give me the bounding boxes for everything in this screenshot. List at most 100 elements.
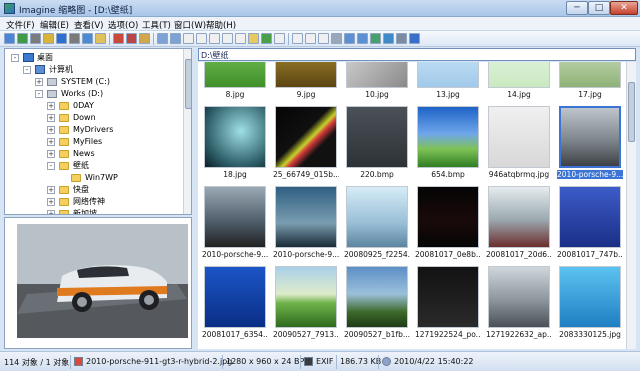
- thumbnail-image[interactable]: [275, 106, 337, 168]
- cut-icon[interactable]: [126, 33, 137, 44]
- expand-icon[interactable]: +: [35, 78, 43, 86]
- thumbnail-item[interactable]: 20081017_20d6...: [486, 186, 552, 262]
- thumbnail-image[interactable]: [488, 186, 550, 248]
- maximize-button[interactable]: □: [588, 1, 610, 15]
- thumbnail-item[interactable]: 20081017_6354...: [202, 266, 268, 342]
- thumbnail-image[interactable]: [417, 62, 479, 88]
- tree-scrollbar[interactable]: [183, 49, 191, 214]
- thumbnail-item[interactable]: 20080925_f2254...: [344, 186, 410, 262]
- scan-icon[interactable]: [82, 33, 93, 44]
- compare-icon[interactable]: [383, 33, 394, 44]
- tree-node[interactable]: - Works (D:): [5, 88, 181, 100]
- thumbnail-item[interactable]: 20081017_747b...: [557, 186, 623, 262]
- menu-file[interactable]: 文件(F): [6, 19, 35, 31]
- tree-node[interactable]: + News: [5, 148, 181, 160]
- undo-icon[interactable]: [157, 33, 168, 44]
- menu-tools[interactable]: 工具(T): [142, 19, 171, 31]
- close-button[interactable]: ✕: [610, 1, 638, 15]
- expand-icon[interactable]: +: [47, 150, 55, 158]
- address-bar[interactable]: D:\壁纸: [198, 48, 636, 61]
- tree-node[interactable]: + SYSTEM (C:): [5, 76, 181, 88]
- menu-window[interactable]: 窗口(W): [174, 19, 206, 31]
- thumbnail-item[interactable]: 18.jpg: [202, 106, 268, 182]
- thumbnail-image[interactable]: [204, 62, 266, 88]
- thumbnail-image[interactable]: [488, 106, 550, 168]
- tree-node[interactable]: - 计算机: [5, 64, 181, 76]
- refresh-icon[interactable]: [261, 33, 272, 44]
- copy-icon[interactable]: [43, 33, 54, 44]
- thumbnail-image[interactable]: [275, 266, 337, 328]
- collapse-icon[interactable]: -: [23, 66, 31, 74]
- thumbnail-item[interactable]: 2010-porsche-9...: [557, 106, 623, 182]
- thumbnail-item[interactable]: 8.jpg: [202, 62, 268, 102]
- thumbnail-image[interactable]: [204, 186, 266, 248]
- tree-node[interactable]: - 桌面: [5, 52, 181, 64]
- thumbnail-image[interactable]: [417, 266, 479, 328]
- thumbnail-image[interactable]: [488, 62, 550, 88]
- thumbnail-image[interactable]: [346, 266, 408, 328]
- menu-edit[interactable]: 编辑(E): [40, 19, 69, 31]
- collapse-icon[interactable]: -: [11, 54, 19, 62]
- edit-icon[interactable]: [396, 33, 407, 44]
- help-icon[interactable]: [409, 33, 420, 44]
- tree-node[interactable]: - 壁纸: [5, 160, 181, 172]
- thumbnail-image[interactable]: [346, 186, 408, 248]
- thumbnail-item[interactable]: 1271922524_po...: [415, 266, 481, 342]
- thumbnail-item[interactable]: 2083330125.jpg: [557, 266, 623, 342]
- redo-icon[interactable]: [170, 33, 181, 44]
- thumbnail-image[interactable]: [559, 266, 621, 328]
- thumbnail-item[interactable]: 10.jpg: [344, 62, 410, 102]
- info-icon[interactable]: [56, 33, 67, 44]
- menu-view[interactable]: 查看(V): [74, 19, 103, 31]
- expand-icon[interactable]: +: [47, 138, 55, 146]
- thumbnail-image[interactable]: [346, 62, 408, 88]
- up-folder-icon[interactable]: [248, 33, 259, 44]
- expand-icon[interactable]: +: [47, 102, 55, 110]
- delete-icon[interactable]: [113, 33, 124, 44]
- thumbnail-scrollbar[interactable]: [626, 62, 636, 349]
- thumbnail-image[interactable]: [204, 106, 266, 168]
- tools-icon[interactable]: [331, 33, 342, 44]
- thumbnail-item[interactable]: 220.bmp: [344, 106, 410, 182]
- tiles-view-icon[interactable]: [318, 33, 329, 44]
- open-icon[interactable]: [4, 33, 15, 44]
- list-view-icon[interactable]: [292, 33, 303, 44]
- expand-icon[interactable]: +: [47, 114, 55, 122]
- thumbnail-item[interactable]: 9.jpg: [273, 62, 339, 102]
- tree-node[interactable]: Win7WP: [5, 172, 181, 184]
- thumbnail-item[interactable]: 17.jpg: [557, 62, 623, 102]
- thumbnail-image[interactable]: [204, 266, 266, 328]
- thumb-view2-icon[interactable]: [196, 33, 207, 44]
- new-folder-icon[interactable]: [95, 33, 106, 44]
- rotate-icon[interactable]: [222, 33, 233, 44]
- thumbnail-image[interactable]: [417, 186, 479, 248]
- expand-icon[interactable]: +: [47, 198, 55, 206]
- tree-node[interactable]: +0DAY: [5, 100, 181, 112]
- collapse-icon[interactable]: -: [35, 90, 43, 98]
- fit-icon[interactable]: [370, 33, 381, 44]
- slideshow-icon[interactable]: [209, 33, 220, 44]
- menu-help[interactable]: 帮助(H): [206, 19, 236, 31]
- thumbnail-item[interactable]: 2010-porsche-9...: [273, 186, 339, 262]
- thumbnail-item[interactable]: 25_66749_015b...: [273, 106, 339, 182]
- thumbnail-item[interactable]: 2010-porsche-9...: [202, 186, 268, 262]
- thumbnail-image[interactable]: [275, 62, 337, 88]
- thumbnail-item[interactable]: 20081017_0e8b...: [415, 186, 481, 262]
- thumb-view-icon[interactable]: [183, 33, 194, 44]
- expand-icon[interactable]: +: [47, 210, 55, 214]
- thumbnail-image[interactable]: [559, 186, 621, 248]
- print-icon[interactable]: [30, 33, 41, 44]
- expand-icon[interactable]: +: [47, 126, 55, 134]
- zoom-in-icon[interactable]: [344, 33, 355, 44]
- thumbnail-item[interactable]: 946atqbrmq.jpg: [486, 106, 552, 182]
- thumbnail-item[interactable]: 20090527_b1fb...: [344, 266, 410, 342]
- thumbnail-item[interactable]: 14.jpg: [486, 62, 552, 102]
- details-view-icon[interactable]: [274, 33, 285, 44]
- thumbnail-image[interactable]: [346, 106, 408, 168]
- thumbnail-item[interactable]: 1271922632_ap...: [486, 266, 552, 342]
- tree-node[interactable]: + 快盘: [5, 184, 181, 196]
- collapse-icon[interactable]: -: [47, 162, 55, 170]
- minimize-button[interactable]: ─: [566, 1, 588, 15]
- tree-node[interactable]: + 新加坡: [5, 208, 181, 214]
- tree-node[interactable]: + MyDrivers: [5, 124, 181, 136]
